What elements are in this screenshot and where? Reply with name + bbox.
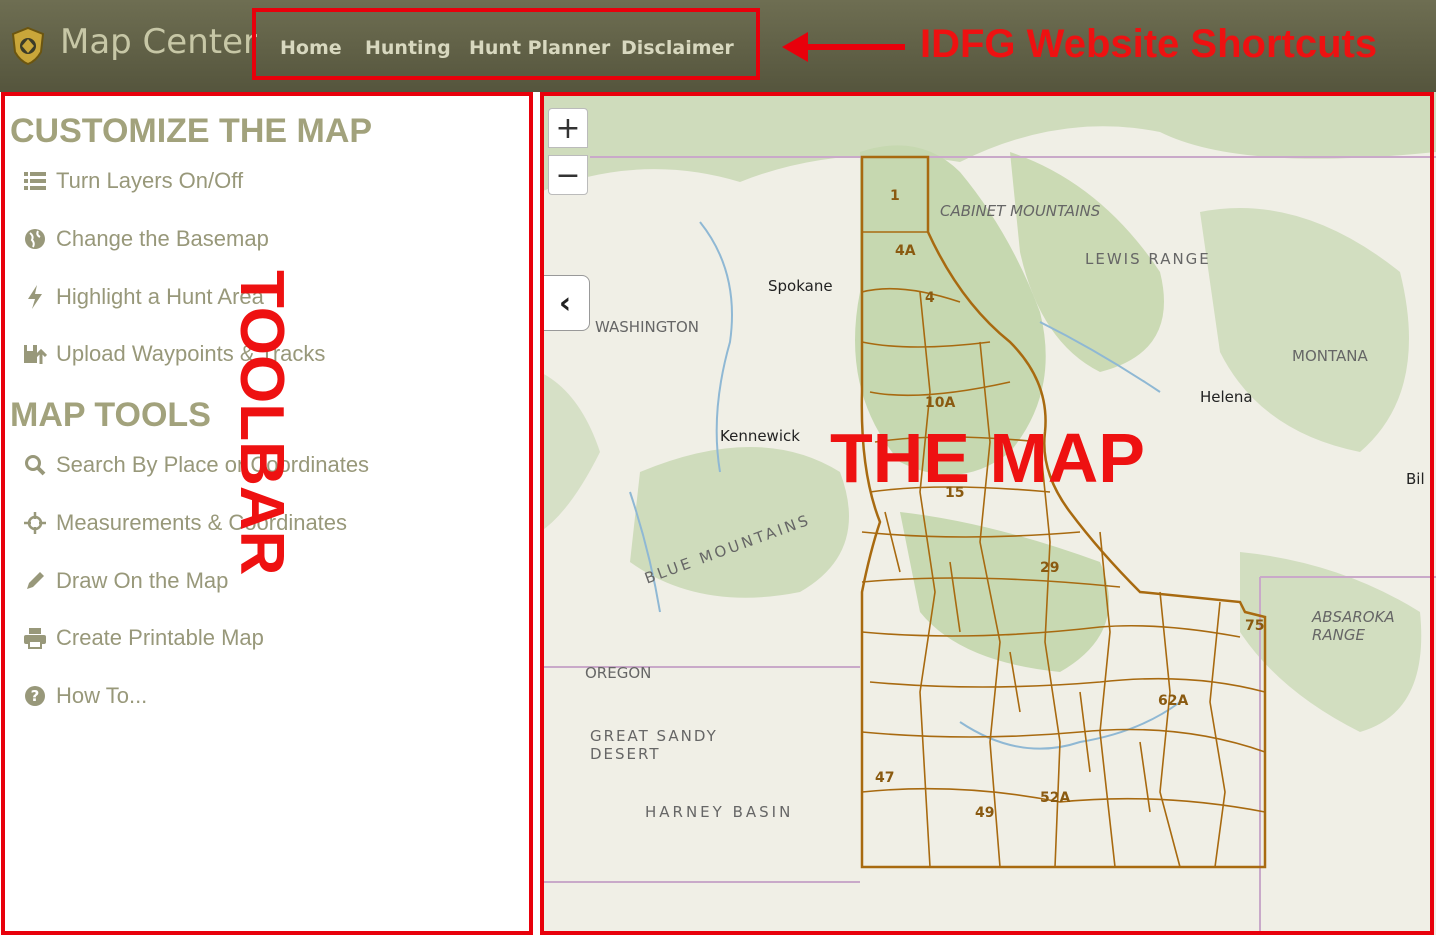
shortcuts-highlight-box: [252, 8, 760, 80]
app-title: Map Center: [60, 22, 257, 62]
map-highlight-box: [540, 92, 1434, 935]
idfg-logo-icon[interactable]: [10, 26, 46, 66]
toolbar-annotation: TOOLBAR: [227, 270, 296, 576]
shortcuts-annotation: IDFG Website Shortcuts: [920, 22, 1378, 66]
arrow-icon: [782, 32, 905, 62]
map-annotation: THE MAP: [830, 419, 1145, 497]
